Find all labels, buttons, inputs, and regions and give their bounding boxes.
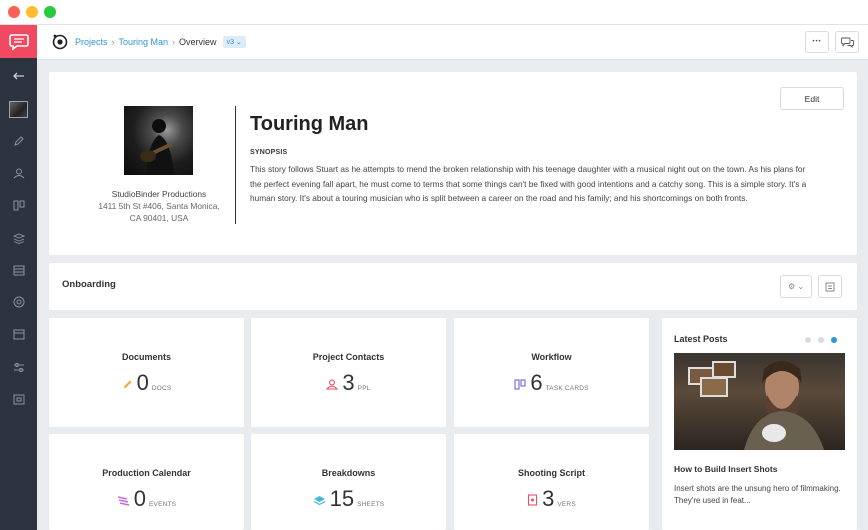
comments-button[interactable] [835,31,859,53]
production-calendar-tile[interactable]: Production Calendar 0 EVENTS [49,434,244,530]
studiobinder-logo[interactable] [0,25,37,58]
breadcrumb-current: Overview [179,37,217,47]
version-dropdown[interactable]: v3 ⌄ [222,36,246,48]
list-icon[interactable] [0,259,37,281]
tile-unit: DOCS [151,385,172,392]
tile-value: 3 [542,486,555,511]
synopsis-label: SYNOPSIS [250,149,288,156]
board-icon[interactable] [0,194,37,216]
tile-value: 3 [342,370,355,395]
onboarding-title: Onboarding [62,279,116,290]
layers-icon[interactable] [0,227,37,249]
more-dots-icon: ••• [812,39,822,45]
tile-stat: 0 EVENTS [49,486,244,512]
tile-value: 0 [133,486,147,511]
company-name: StudioBinder Productions [111,189,207,199]
breadcrumb-projects[interactable]: Projects [75,37,108,47]
gear-icon: ⚙ ⌄ [787,282,805,291]
breakdowns-tile[interactable]: Breakdowns 15 SHEETS [251,434,446,530]
project-poster-image [124,106,193,175]
post-excerpt: Insert shots are the unsung hero of film… [674,484,841,505]
tile-title: Project Contacts [312,352,385,362]
reports-icon[interactable] [0,388,37,410]
guitarist-silhouette-icon [140,119,174,175]
tile-title: Production Calendar [102,468,191,478]
window-titlebar [0,0,868,25]
tile-unit: PPL [357,385,371,392]
layout-toggle-button[interactable] [818,275,842,298]
project-contacts-tile[interactable]: Project Contacts 3 PPL [251,318,446,427]
script-icon [528,494,538,506]
company-address-line1: 1411 5th St #406, Santa Monica, [98,201,220,211]
pencil-icon[interactable] [0,130,37,152]
workflow-tile[interactable]: Workflow 6 TASK CARDS [454,318,649,427]
tile-unit: TASK CARDS [545,385,589,392]
tile-unit: EVENTS [149,501,177,508]
project-profile-card: StudioBinder Productions 1411 5th St #40… [49,72,857,255]
more-options-button[interactable]: ••• [805,31,829,53]
tile-value: 15 [329,486,355,511]
chevron-right-icon: › [172,37,176,47]
settings-dropdown-button[interactable]: ⚙ ⌄ [780,275,812,298]
synopsis-text: This story follows Stuart as he attempts… [250,164,807,203]
tile-value: 0 [136,370,149,395]
edit-button[interactable]: Edit [780,87,844,110]
tile-title: Shooting Script [518,468,585,478]
breadcrumb: Projects › Touring Man › Overview v3 ⌄ [75,36,246,48]
tile-stat: 0 DOCS [49,370,244,396]
tile-title: Workflow [531,352,572,362]
tile-stat: 3 PPL [251,370,446,396]
studiobinder-mark-icon[interactable] [51,33,69,51]
calendar-stack-icon [117,496,129,506]
documents-tile[interactable]: Documents 0 DOCS [49,318,244,427]
contacts-icon [326,379,339,390]
calendar-icon[interactable] [0,323,37,345]
carousel-dot[interactable] [818,337,824,343]
post-title[interactable]: How to Build Insert Shots [674,464,777,474]
comments-icon [840,37,854,48]
back-arrow-icon[interactable] [0,65,37,87]
tile-value: 6 [530,370,543,395]
chevron-right-icon: › [111,37,115,47]
breakdown-icon [313,496,325,506]
tile-title: Documents [121,352,171,362]
project-thumbnail [9,100,28,118]
maximize-window-button[interactable] [44,6,56,18]
tile-stat: 15 SHEETS [251,486,446,512]
post-thumbnail-image[interactable] [674,353,845,450]
sidebar [0,25,37,530]
workflow-icon [514,379,526,390]
man-figure-icon [744,361,824,450]
latest-posts-card: Latest Posts How to Build Insert Shots I… [662,318,857,530]
tile-title: Breakdowns [321,468,376,478]
close-window-button[interactable] [8,6,20,18]
target-icon[interactable] [0,291,37,313]
shooting-script-tile[interactable]: Shooting Script 3 VERS [454,434,649,530]
project-thumbnail-icon[interactable] [0,98,37,120]
pencil-icon [123,380,132,389]
breadcrumb-project[interactable]: Touring Man [119,37,169,47]
project-title: Touring Man [250,113,369,135]
carousel-dot-active[interactable] [831,337,837,343]
tile-unit: SHEETS [357,501,385,508]
tile-stat: 6 TASK CARDS [454,370,649,396]
panel-icon [825,282,835,291]
minimize-window-button[interactable] [26,6,38,18]
chat-logo-icon [8,33,29,51]
onboarding-bar: Onboarding ⚙ ⌄ [49,263,857,310]
sliders-icon[interactable] [0,356,37,378]
tile-unit: VERS [557,501,576,508]
top-bar: Projects › Touring Man › Overview v3 ⌄ •… [37,25,868,60]
company-address-line2: CA 90401, USA [129,213,189,223]
production-company: StudioBinder Productions 1411 5th St #40… [75,188,243,224]
tile-stat: 3 VERS [454,486,649,512]
vertical-divider [235,106,236,224]
carousel-dot[interactable] [805,337,811,343]
contacts-icon[interactable] [0,162,37,184]
latest-posts-title: Latest Posts [674,334,728,344]
